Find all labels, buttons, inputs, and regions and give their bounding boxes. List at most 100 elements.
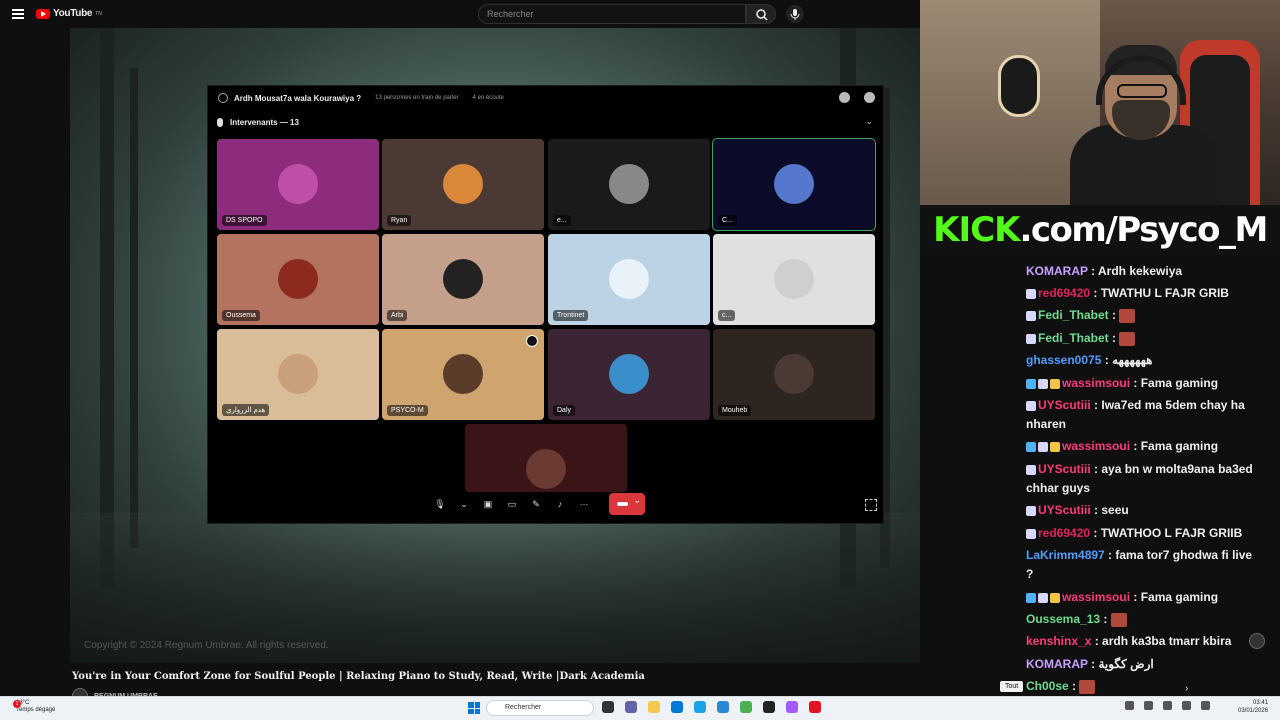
chat-bubble-icon[interactable] [864, 92, 875, 103]
chat-text: ardh ka3ba tmarr kbira [1102, 634, 1232, 648]
chat-message: KOMARAP : ارض كگوية [1026, 655, 1262, 674]
chat-separator: : [1087, 657, 1099, 671]
stage-header: Ardh Mousat7a wala Kourawiya ? 13 person… [208, 86, 883, 110]
chat-username[interactable]: UYScutiii [1038, 398, 1091, 412]
chat-text: Fama gaming [1140, 439, 1219, 453]
store-icon[interactable] [694, 701, 706, 713]
screen-share-button[interactable]: ▭ [505, 497, 519, 511]
speaker-tile[interactable]: e... [548, 139, 710, 230]
chevron-right-icon[interactable]: › [1185, 683, 1188, 694]
mask-decoration [998, 55, 1040, 117]
terminal-icon[interactable] [763, 701, 775, 713]
speaker-tile[interactable]: هدم الزرواري [217, 329, 379, 420]
chat-username[interactable]: KOMARAP [1026, 264, 1088, 278]
chat-badge-icon [1026, 592, 1036, 603]
search-input[interactable]: Rechercher [478, 4, 746, 24]
chat-badge-icon [1050, 378, 1060, 389]
speakers-label: Intervenants — 13 [230, 117, 299, 127]
volume-icon[interactable] [1163, 701, 1172, 710]
weather-widget[interactable]: 1 13°C Temps dégagé [13, 700, 55, 714]
file-explorer-icon[interactable] [648, 701, 660, 713]
chat-username[interactable]: Fedi_Thabet [1038, 331, 1109, 345]
voice-search-button[interactable] [786, 5, 804, 23]
emote-icon [1119, 331, 1136, 346]
teams-icon[interactable] [625, 701, 637, 713]
speaker-tile[interactable]: Trontinet [548, 234, 710, 325]
camera-toggle-button[interactable]: ⌄ [457, 497, 471, 511]
chat-user-avatar[interactable] [1249, 633, 1265, 649]
speakers-header[interactable]: Intervenants — 13 ⌄ [208, 112, 883, 132]
chat-separator: : [1091, 634, 1103, 648]
menu-icon[interactable] [12, 9, 24, 19]
moderator-badge-icon [526, 335, 538, 347]
speaker-tile[interactable]: Ryan [382, 139, 544, 230]
emote-icon [1110, 612, 1127, 627]
search-button[interactable] [746, 4, 776, 24]
language-icon[interactable] [1201, 701, 1210, 710]
chat-separator: : [1090, 398, 1102, 412]
discord-icon[interactable] [786, 701, 798, 713]
chat-username[interactable]: UYScutiii [1038, 462, 1091, 476]
chat-username[interactable]: ghassen0075 [1026, 353, 1101, 367]
wifi-icon[interactable] [1144, 701, 1153, 710]
speaker-tile[interactable]: Daly [548, 329, 710, 420]
chat-badge-icon [1026, 441, 1036, 452]
chat-badge-icon [1038, 441, 1048, 452]
battery-icon[interactable] [1182, 701, 1191, 710]
chrome-icon[interactable] [740, 701, 752, 713]
chat-username[interactable]: Oussema_13 [1026, 612, 1100, 626]
speaker-avatar [774, 164, 814, 204]
youtube-logo[interactable]: YouTube TN [36, 8, 102, 19]
activities-button[interactable]: ✎ [529, 497, 543, 511]
chat-username[interactable]: wassimsoui [1062, 439, 1130, 453]
speaker-tile[interactable]: PSYCO-M [382, 329, 544, 420]
speaker-name: Trontinet [553, 310, 589, 321]
taskbar-search[interactable]: Rechercher [486, 700, 594, 716]
microphone-icon [217, 117, 223, 127]
chat-username[interactable]: KOMARAP [1026, 657, 1088, 671]
video-off-icon[interactable]: ▣ [481, 497, 495, 511]
video-copyright: Copyright © 2024 Regnum Umbrae. All righ… [84, 640, 329, 651]
chat-filter-chip[interactable]: Tout [1000, 681, 1024, 692]
chevron-down-icon[interactable]: ⌄ [865, 116, 873, 127]
chat-username[interactable]: Fedi_Thabet [1038, 308, 1109, 322]
chat-text: Fama gaming [1140, 376, 1219, 390]
speaker-tile[interactable] [465, 424, 627, 492]
speaker-tile[interactable]: DS SPOPO [217, 139, 379, 230]
more-options-button[interactable]: ··· [577, 497, 591, 511]
leave-call-button[interactable] [609, 493, 645, 515]
mail-icon[interactable] [717, 701, 729, 713]
mute-microphone-button[interactable]: 🎙 [433, 497, 447, 511]
speaker-tile[interactable]: c... [713, 234, 875, 325]
chat-username[interactable]: wassimsoui [1062, 376, 1130, 390]
fullscreen-icon[interactable] [865, 499, 877, 511]
speaker-tile[interactable]: Oussema [217, 234, 379, 325]
speaker-tile[interactable]: C... [712, 138, 876, 231]
speaker-tile[interactable]: Arbi [382, 234, 544, 325]
task-view-icon[interactable] [602, 701, 614, 713]
raise-hand-icon[interactable] [839, 92, 850, 103]
windows-start-icon[interactable] [468, 702, 480, 714]
temperature: 13°C [16, 700, 30, 706]
chat-username[interactable]: kenshinx_x [1026, 634, 1091, 648]
speaker-avatar [443, 259, 483, 299]
chat-message: wassimsoui : Fama gaming [1026, 437, 1262, 456]
soundboard-button[interactable]: ♪ [553, 497, 567, 511]
chat-text: seeu [1101, 503, 1129, 517]
chat-username[interactable]: wassimsoui [1062, 590, 1130, 604]
kick-url: .com/Psyco_M [1019, 210, 1268, 250]
chat-message: wassimsoui : Fama gaming [1026, 374, 1262, 393]
chat-username[interactable]: red69420 [1038, 526, 1090, 540]
chat-separator: : [1130, 590, 1141, 604]
chat-username[interactable]: UYScutiii [1038, 503, 1091, 517]
system-tray [1125, 701, 1210, 710]
chat-username[interactable]: red69420 [1038, 286, 1090, 300]
system-clock[interactable]: 03:41 03/01/2026 [1238, 699, 1268, 715]
speaker-tile[interactable]: Mouheb [713, 329, 875, 420]
app-icon[interactable] [809, 701, 821, 713]
edge-icon[interactable] [671, 701, 683, 713]
chevron-up-icon[interactable] [1125, 701, 1134, 710]
speaking-count: 13 personnes en train de parler [375, 95, 459, 101]
chat-username[interactable]: LaKrimm4897 [1026, 548, 1105, 562]
chat-username[interactable]: Ch00se [1026, 679, 1069, 693]
